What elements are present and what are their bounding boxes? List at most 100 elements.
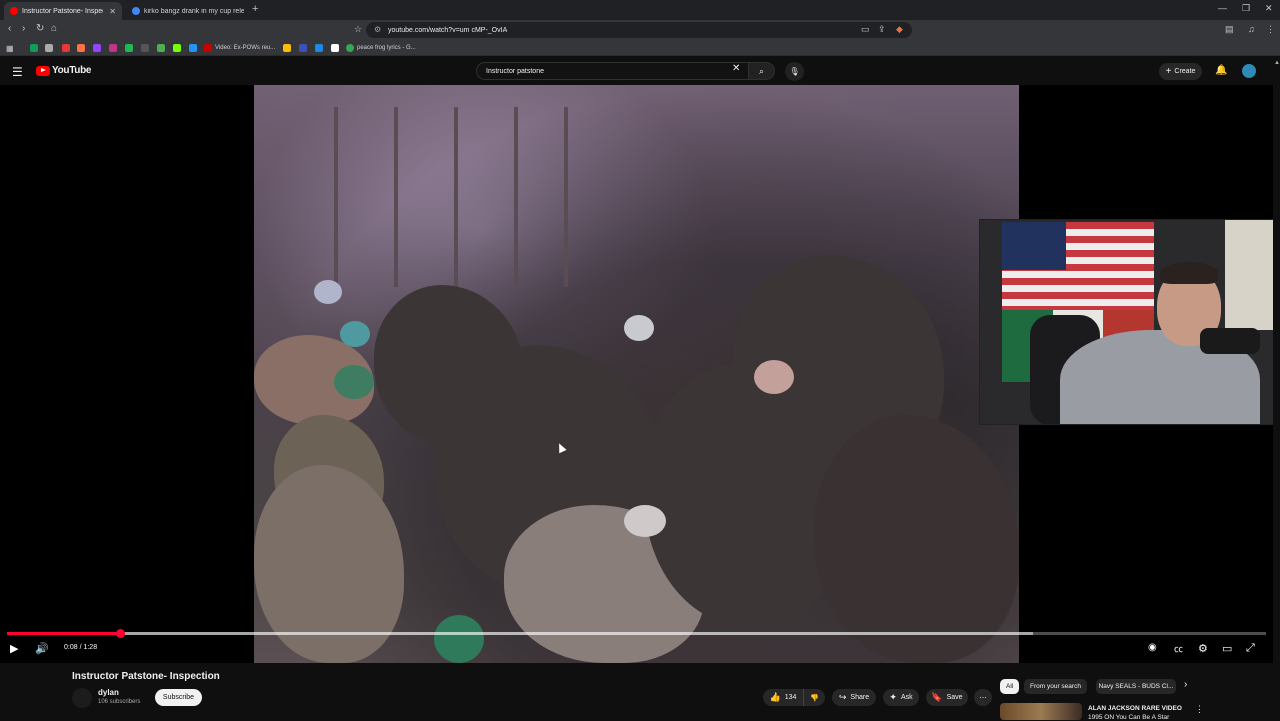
apps-grid-icon[interactable]: ▦ bbox=[6, 43, 14, 53]
youtube-favicon-icon bbox=[10, 7, 18, 15]
notifications-bell-icon[interactable]: 🔔 bbox=[1215, 65, 1227, 76]
restore-icon[interactable]: ❐ bbox=[1242, 3, 1250, 14]
menu-icon[interactable]: ⋮ bbox=[1266, 24, 1275, 35]
autoplay-toggle-icon[interactable]: ◉ bbox=[1148, 642, 1157, 653]
media-icon[interactable]: ♫ bbox=[1248, 24, 1255, 34]
back-icon[interactable]: ‹ bbox=[8, 23, 11, 34]
soldier-figure bbox=[814, 415, 1019, 663]
account-avatar[interactable] bbox=[1242, 64, 1256, 78]
recommendation-thumbnail[interactable] bbox=[1000, 703, 1082, 720]
hamburger-menu-icon[interactable]: ☰ bbox=[12, 65, 23, 79]
microphone-icon bbox=[1200, 328, 1260, 354]
reload-icon[interactable]: ↻ bbox=[36, 23, 44, 34]
sidebar-icon[interactable]: ▤ bbox=[1225, 24, 1234, 35]
chip-all[interactable]: All bbox=[1000, 679, 1020, 694]
home-icon[interactable]: ⌂ bbox=[51, 23, 57, 34]
bookmark-icon[interactable] bbox=[45, 43, 56, 53]
bookmark-star-icon[interactable]: ☆ bbox=[354, 24, 362, 35]
tab-title: kirko bangz drank in my cup release bbox=[144, 7, 244, 15]
subscribe-button[interactable]: Subscribe bbox=[155, 689, 202, 706]
extension-icon[interactable]: ◆ bbox=[896, 24, 903, 35]
bookmark-icon[interactable] bbox=[93, 43, 104, 53]
bookmark-icon[interactable] bbox=[30, 43, 41, 53]
share-label: Share bbox=[850, 694, 870, 701]
seek-bar[interactable] bbox=[7, 629, 1266, 638]
bookmark-icon[interactable] bbox=[141, 43, 152, 53]
site-info-icon[interactable]: ⚙ bbox=[374, 25, 381, 34]
channel-avatar[interactable] bbox=[72, 688, 92, 708]
thumbs-down-icon: 👎 bbox=[810, 694, 819, 702]
close-tab-icon[interactable]: ✕ bbox=[109, 7, 116, 16]
channel-name[interactable]: dylan bbox=[98, 688, 119, 697]
youtube-logo[interactable]: YouTube bbox=[36, 65, 92, 76]
fullscreen-icon[interactable]: ⤢ bbox=[1246, 642, 1255, 655]
youtube-play-logo-icon bbox=[36, 65, 50, 76]
create-button[interactable]: + Create bbox=[1159, 63, 1202, 80]
play-icon[interactable]: ▶ bbox=[10, 642, 18, 655]
thumbs-up-icon: 👍 bbox=[769, 692, 781, 702]
helmet bbox=[624, 505, 666, 537]
tab-inactive[interactable]: kirko bangz drank in my cup release bbox=[126, 2, 250, 20]
address-bar[interactable]: ⚙ youtube.com/watch?v=um cMP-_OvIA bbox=[366, 22, 912, 38]
voice-search-button[interactable]: 🎙 bbox=[785, 62, 804, 81]
forward-icon[interactable]: › bbox=[22, 23, 25, 34]
bookmark-icon[interactable] bbox=[173, 43, 184, 53]
bookmark-icon[interactable] bbox=[315, 43, 326, 53]
video-title: Instructor Patstone- Inspection bbox=[72, 671, 220, 682]
fence-post bbox=[394, 107, 398, 287]
save-label: Save bbox=[946, 694, 963, 701]
scroll-up-arrow-icon[interactable]: ▲ bbox=[1274, 60, 1280, 66]
captions-icon[interactable]: ㏄ bbox=[1174, 642, 1183, 655]
theater-mode-icon[interactable]: ▭ bbox=[1222, 642, 1232, 655]
page-scrollbar[interactable]: ▲ bbox=[1273, 57, 1280, 720]
cast-icon[interactable]: ▭ bbox=[861, 24, 870, 35]
youtube-wordmark: YouTube bbox=[52, 65, 92, 76]
bookmark-label: Video: Ex-POWs reu... bbox=[215, 45, 276, 51]
california-flag bbox=[1225, 220, 1279, 330]
browser-toolbar: ‹ › ↻ ⌂ ☆ ⚙ youtube.com/watch?v=um cMP-_… bbox=[0, 20, 1280, 40]
ask-button[interactable]: ✦ Ask bbox=[883, 689, 919, 706]
chevron-right-icon[interactable]: › bbox=[1184, 679, 1187, 690]
bookmark-icon[interactable] bbox=[331, 43, 342, 53]
share-button[interactable]: ↪ Share bbox=[832, 689, 876, 706]
like-button[interactable]: 👍 134 bbox=[763, 689, 803, 706]
bookmark-icon[interactable] bbox=[283, 43, 294, 53]
settings-gear-icon[interactable]: ⚙ bbox=[1198, 642, 1208, 655]
volume-icon[interactable]: 🔊 bbox=[35, 642, 49, 655]
bookmark-icon[interactable] bbox=[189, 43, 200, 53]
google-favicon-icon bbox=[132, 7, 140, 15]
close-window-icon[interactable]: ✕ bbox=[1265, 3, 1273, 14]
like-count: 134 bbox=[784, 694, 797, 701]
recommendation-title[interactable]: ALAN JACKSON RARE VIDEO bbox=[1088, 705, 1188, 712]
tab-active[interactable]: Instructor Patstone- Inspection ✕ bbox=[4, 2, 122, 20]
bookmark-icon[interactable] bbox=[157, 43, 168, 53]
new-tab-icon[interactable]: + bbox=[252, 3, 258, 15]
bookmark-video-pows[interactable]: Video: Ex-POWs reu... bbox=[204, 43, 275, 53]
more-actions-button[interactable]: ⋯ bbox=[974, 689, 992, 706]
bookmark-icon[interactable] bbox=[109, 43, 120, 53]
search-button[interactable]: ⌕ bbox=[749, 62, 775, 80]
chip-from-your-search[interactable]: From your search bbox=[1024, 679, 1087, 694]
bookmark-peace-frog[interactable]: peace frog lyrics - G... bbox=[346, 43, 416, 53]
sparkle-icon: ✦ bbox=[889, 692, 897, 702]
chip-navy-seals[interactable]: Navy SEALS - BUDS Cl... bbox=[1096, 679, 1176, 694]
dislike-button[interactable]: 👎 bbox=[803, 689, 825, 706]
fence-post bbox=[514, 107, 518, 287]
bookmark-icon[interactable] bbox=[125, 43, 136, 53]
search-input[interactable]: Instructor patstone bbox=[476, 62, 749, 80]
video-frame[interactable] bbox=[254, 85, 1019, 663]
save-button[interactable]: 🔖 Save bbox=[926, 689, 968, 706]
bookmark-icon[interactable] bbox=[299, 43, 310, 53]
minimize-icon[interactable]: — bbox=[1218, 3, 1227, 13]
clear-search-icon[interactable]: ✕ bbox=[732, 63, 740, 74]
ask-label: Ask bbox=[900, 694, 913, 701]
bookmark-icon[interactable] bbox=[77, 43, 88, 53]
bookmark-icon[interactable] bbox=[62, 43, 73, 53]
video-player[interactable] bbox=[0, 85, 1280, 663]
recommendation-menu-icon[interactable]: ⋮ bbox=[1195, 704, 1204, 715]
fence-post bbox=[564, 107, 568, 287]
share-page-icon[interactable]: ⇪ bbox=[878, 24, 886, 35]
person-hair bbox=[1160, 262, 1218, 284]
search-icon: ⌕ bbox=[758, 65, 765, 76]
search-query: Instructor patstone bbox=[486, 67, 544, 75]
